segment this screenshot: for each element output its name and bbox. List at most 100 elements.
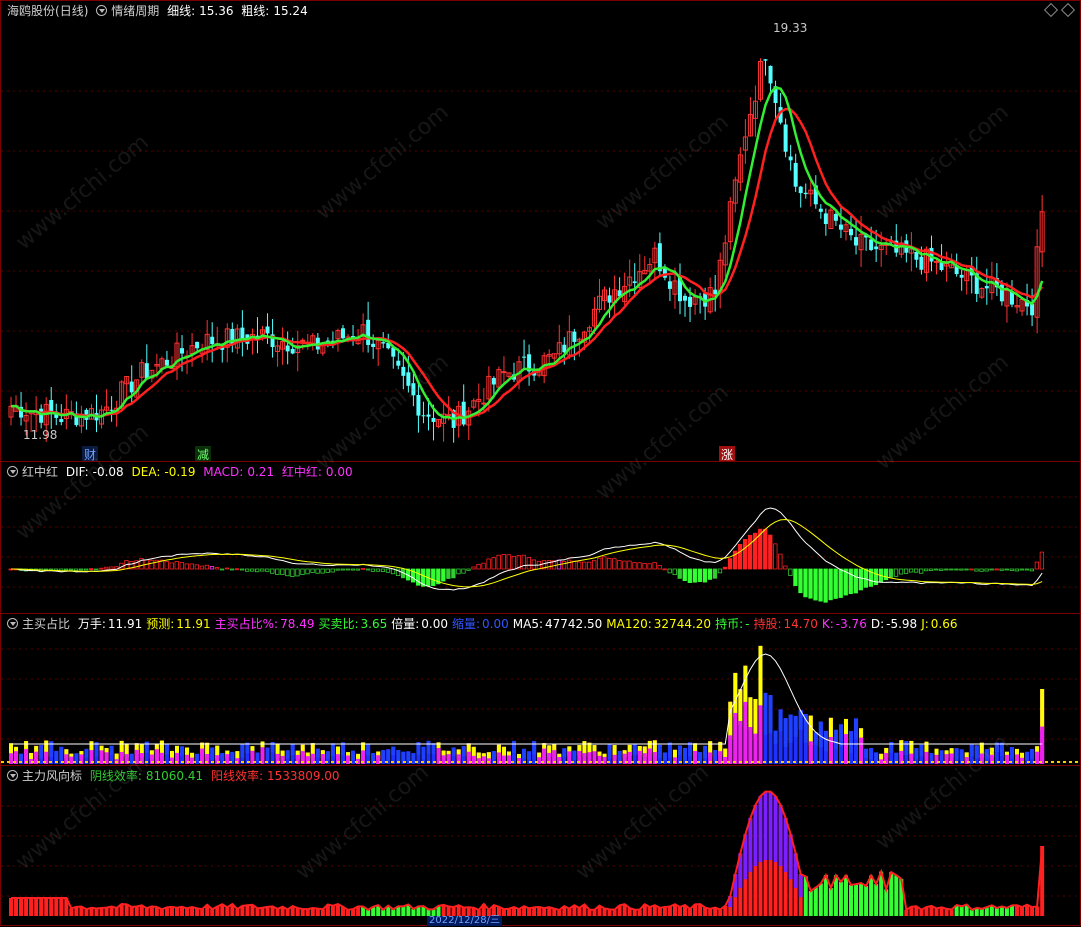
flow-bar [260,907,265,916]
macd-bar [270,568,275,574]
flow-dropdown-icon[interactable] [7,770,18,781]
main-chart-panel[interactable]: 海鸥股份(日线) 情绪周期 细线: 15.36 粗线: 15.24 19.33 11… [0,0,1081,463]
candle-body-down [763,59,768,61]
buy-ratio-dropdown-icon[interactable] [7,618,18,629]
flow-bar [34,898,39,916]
volume-bar-top [788,714,793,743]
volume-bar-pink [843,734,848,764]
flow-bar [527,908,532,916]
buy-stat-label: 缩量: [452,617,481,631]
volume-bar-pink [859,737,864,764]
volume-bar-top [491,751,496,760]
macd-bar [456,568,461,575]
indicator-dropdown-icon[interactable] [96,5,108,16]
flow-bar [667,906,672,916]
flow-bar [104,907,109,916]
macd-bar [808,568,813,599]
yang-value: 1533809.00 [267,769,340,783]
flow-bar-purple [748,817,753,872]
volume-bar-top [763,692,768,735]
macd-bar [1039,551,1045,570]
macd-bar [582,561,587,570]
macd-bar [255,568,260,573]
macd-bar [365,568,371,571]
macd-bar [828,568,833,601]
macd-bar [501,554,506,570]
buy-ratio-chart[interactable] [1,614,1081,767]
macd-bar [511,555,516,570]
macd-bar [290,568,295,578]
flow-bar-purple [783,817,788,872]
macd-bar [476,563,481,570]
macd-chart[interactable] [1,462,1081,615]
candle-body-down [919,256,924,270]
candle-body-down [683,295,688,301]
flow-bar [979,908,984,916]
volume-bar-top [54,750,59,762]
buy-ratio-name[interactable]: 主买占比 [22,617,70,631]
flow-bar [14,898,19,916]
macd-bar [466,568,471,571]
candle-body-down [768,65,773,84]
flow-bar [169,906,174,916]
macd-bar [446,568,451,579]
macd-panel[interactable]: 红中红 DIF: -0.08 DEA: -0.19 MACD: 0.21 红中红: 0.… [0,461,1081,614]
flow-bar-purple [773,796,778,863]
macd-bar [350,568,355,571]
candle-body-down [290,348,295,354]
volume-bar-top [733,672,738,717]
flow-bar-purple [753,805,758,867]
indicator-name[interactable]: 情绪周期 [111,4,159,18]
macd-dropdown-icon[interactable] [7,466,18,477]
flow-bar [49,898,54,916]
macd-bar [717,568,723,574]
macd-bar [748,534,753,570]
flow-bar [29,898,34,916]
stock-name: 海鸥股份 [7,4,56,18]
candle-body-down [381,342,386,344]
macd-bar [109,566,114,570]
macd-bar [632,562,637,570]
macd-bar [531,559,537,570]
macd-bar [778,553,783,570]
candlestick-chart[interactable] [1,1,1081,463]
yang-label: 阳线效率: [210,769,264,783]
candle-body-down [144,363,149,379]
macd-bar [607,558,612,570]
flow-name[interactable]: 主力风向标 [22,769,82,783]
buy-ratio-panel[interactable]: 主买占比 万手: 11.91 预测: 11.91 主买占比%: 78.49 买卖比: 3.65… [0,613,1081,766]
macd-bar [416,568,421,586]
volume-bar-top [285,750,290,759]
macd-bar [245,568,250,572]
candle-body-down [371,343,376,347]
volume-bar-top [984,749,989,760]
volume-bar-top [854,718,859,739]
volume-bar-top [265,747,270,761]
flow-chart[interactable] [1,766,1081,927]
dea-label: DEA: [131,465,161,479]
macd-bar [903,568,909,574]
volume-bar-top [351,750,356,761]
macd-bar [239,568,245,571]
macd-bar [657,565,662,570]
macd-bar [305,568,310,575]
buy-stat-label: D: [870,617,885,631]
volume-bar-top [461,746,466,757]
volume-bar-pink [808,741,813,764]
buy-stat-label: MA5: [512,617,544,631]
flow-panel[interactable]: 主力风向标 阴线效率: 81060.41 阳线效率: 1533809.00 2022… [0,765,1081,926]
flow-bar [864,885,869,916]
volume-bar-top [512,740,516,754]
macd-bar [1019,568,1024,571]
flow-bar [174,907,179,916]
macd-bar [260,568,265,572]
buy-stat-value: 0.00 [482,617,509,631]
macd-bar [914,568,919,573]
macd-bar [783,565,788,570]
flow-bar [401,906,406,916]
flow-bar [320,909,325,916]
flow-bar [577,907,582,916]
macd-name[interactable]: 红中红 [22,465,58,479]
macd-bar [722,566,728,570]
volume-bar-top [783,718,788,748]
